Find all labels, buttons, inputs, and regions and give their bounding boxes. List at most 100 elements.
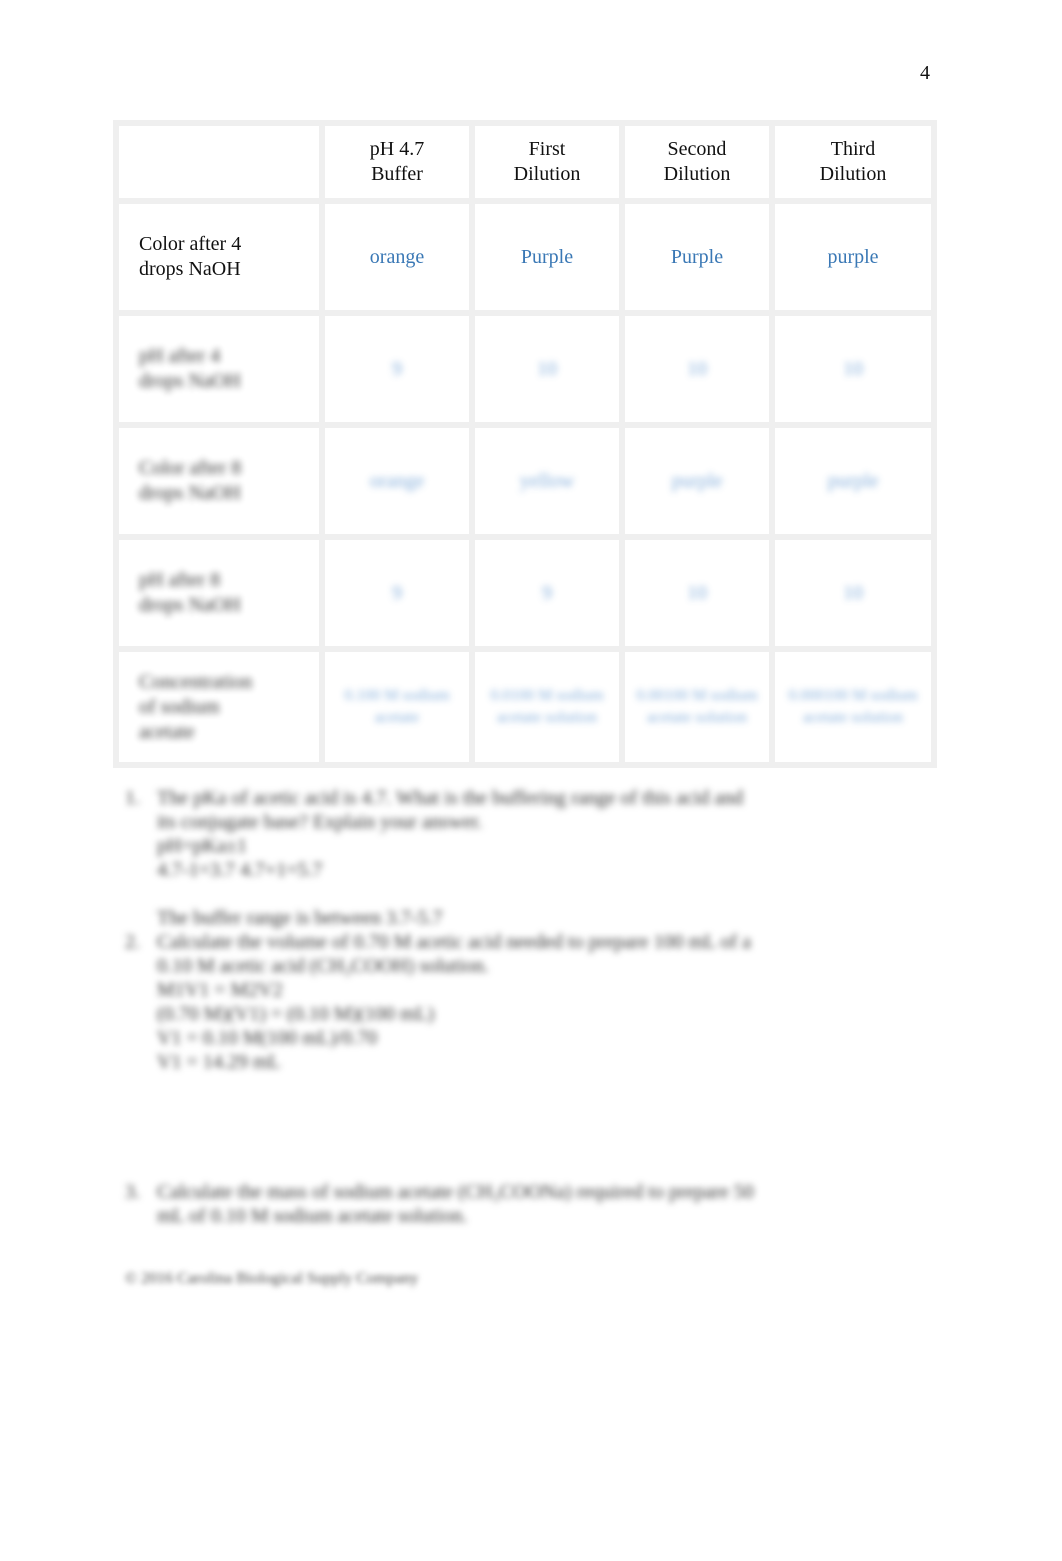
row-label-line: drops NaOH bbox=[139, 482, 241, 504]
table-row: pH after 4 drops NaOH 9 10 10 10 bbox=[113, 310, 937, 428]
data-cell-value: 0.000100 M sodium acetate solution bbox=[788, 687, 918, 726]
data-cell: 0.00100 M sodium acetate solution bbox=[619, 646, 775, 768]
column-header: First Dilution bbox=[469, 120, 625, 204]
question-line: V1 = 0.10 M(100 mL)/0.70 bbox=[157, 1027, 378, 1049]
data-cell-value: 10 bbox=[843, 357, 863, 380]
question-line: its conjugate base? Explain your answer. bbox=[157, 811, 483, 833]
row-label: Color after 8 drops NaOH bbox=[113, 422, 325, 540]
row-label-line: drops NaOH bbox=[139, 594, 241, 616]
data-cell: purple bbox=[769, 422, 937, 540]
data-cell: orange bbox=[319, 422, 475, 540]
table-row: Color after 4 drops NaOH orange Purple Purpl… bbox=[113, 198, 937, 316]
data-cell: 9 bbox=[469, 534, 625, 652]
row-label: Concentration of sodium acetate bbox=[113, 646, 325, 768]
data-cell-value: yellow bbox=[519, 469, 575, 492]
question-item: 3. Calculate the mass of sodium acetate (… bbox=[125, 1180, 940, 1228]
question-line: (0.70 M)(V1) = (0.10 M)(100 mL) bbox=[157, 1003, 435, 1025]
table-row: Concentration of sodium acetate 0.100 M sod… bbox=[113, 646, 937, 768]
question-line: pH=pKa±1 bbox=[157, 835, 248, 857]
data-cell-value: 10 bbox=[687, 357, 707, 380]
question-line: The buffer range is between 3.7-5.7 bbox=[157, 907, 443, 929]
data-cell-value: orange bbox=[369, 469, 425, 492]
column-header-line: Buffer bbox=[371, 163, 423, 185]
column-header: Third Dilution bbox=[769, 120, 937, 204]
question-line bbox=[157, 882, 940, 906]
data-cell: 0.100 M sodium acetate bbox=[319, 646, 475, 768]
data-cell-value: Purple bbox=[670, 245, 724, 268]
data-cell-value: orange bbox=[369, 245, 425, 268]
table-row: Color after 8 drops NaOH orange yellow purpl… bbox=[113, 422, 937, 540]
question-body: The pKa of acetic acid is 4.7. What is t… bbox=[157, 786, 940, 930]
data-cell: 10 bbox=[469, 310, 625, 428]
data-cell-value: 0.0100 M sodium acetate solution bbox=[490, 687, 604, 726]
data-cell: 9 bbox=[319, 534, 475, 652]
data-cell: 0.000100 M sodium acetate solution bbox=[769, 646, 937, 768]
question-line: Calculate the volume of 0.70 M acetic ac… bbox=[157, 931, 752, 953]
question-line: M1V1 = M2V2 bbox=[157, 979, 283, 1001]
column-header-line: Dilution bbox=[819, 163, 887, 185]
row-label: pH after 8 drops NaOH bbox=[113, 534, 325, 652]
table-header-row: pH 4.7 Buffer First Dilution Second Dilution T… bbox=[113, 120, 937, 204]
question-number: 1. bbox=[125, 787, 140, 809]
table-row: pH after 8 drops NaOH 9 9 10 10 bbox=[113, 534, 937, 652]
data-cell: Purple bbox=[619, 198, 775, 316]
row-label-line: drops NaOH bbox=[139, 258, 241, 280]
column-header-line: pH 4.7 bbox=[369, 138, 425, 160]
header-cell-empty bbox=[113, 120, 325, 204]
row-label-line: pH after 8 bbox=[139, 569, 221, 591]
question-line: 4.7-1=3.7 4.7+1=5.7 bbox=[157, 859, 323, 881]
question-line: mL of 0.10 M sodium acetate solution. bbox=[157, 1205, 468, 1227]
row-label-line: Color after 8 bbox=[139, 457, 242, 479]
data-cell-value: 0.00100 M sodium acetate solution bbox=[636, 687, 758, 726]
data-cell-value: 0.100 M sodium acetate bbox=[344, 687, 450, 726]
data-cell: orange bbox=[319, 198, 475, 316]
copyright-footer: © 2016 Carolina Biological Supply Compan… bbox=[125, 1270, 419, 1287]
data-cell: 10 bbox=[619, 534, 775, 652]
data-cell-value: 10 bbox=[843, 581, 863, 604]
row-label-line: Concentration bbox=[139, 670, 253, 693]
results-table-container: pH 4.7 Buffer First Dilution Second Dilution T… bbox=[113, 120, 937, 768]
column-header-line: Dilution bbox=[663, 163, 731, 185]
data-cell-value: Purple bbox=[520, 245, 574, 268]
data-cell: purple bbox=[769, 198, 937, 316]
data-cell-value: 10 bbox=[687, 581, 707, 604]
data-cell: 9 bbox=[319, 310, 475, 428]
row-label: Color after 4 drops NaOH bbox=[113, 198, 325, 316]
question-body: Calculate the mass of sodium acetate (CH… bbox=[157, 1180, 940, 1228]
row-label-line: drops NaOH bbox=[139, 370, 241, 392]
question-line: The pKa of acetic acid is 4.7. What is t… bbox=[157, 787, 744, 809]
data-cell: Purple bbox=[469, 198, 625, 316]
row-label-line: pH after 4 bbox=[139, 345, 221, 367]
data-cell-value: 9 bbox=[542, 581, 552, 604]
page-number: 4 bbox=[920, 62, 930, 84]
row-label: pH after 4 drops NaOH bbox=[113, 310, 325, 428]
question-number: 3. bbox=[125, 1181, 140, 1203]
data-cell-value: 9 bbox=[392, 357, 402, 380]
data-cell: yellow bbox=[469, 422, 625, 540]
data-cell: 10 bbox=[619, 310, 775, 428]
results-table: pH 4.7 Buffer First Dilution Second Dilution T… bbox=[113, 120, 937, 768]
data-cell-value: purple bbox=[827, 469, 879, 492]
data-cell: purple bbox=[619, 422, 775, 540]
question-item: 1. The pKa of acetic acid is 4.7. What is… bbox=[125, 786, 940, 930]
data-cell: 10 bbox=[769, 310, 937, 428]
column-header: pH 4.7 Buffer bbox=[319, 120, 475, 204]
column-header-line: Second bbox=[667, 138, 727, 160]
question-line: 0.10 M acetic acid (CH₃COOH) solution. bbox=[157, 955, 489, 977]
data-cell: 10 bbox=[769, 534, 937, 652]
question-item: 2. Calculate the volume of 0.70 M acetic … bbox=[125, 930, 940, 1074]
column-header: Second Dilution bbox=[619, 120, 775, 204]
row-label-line: Color after 4 bbox=[139, 233, 242, 255]
question-body: Calculate the volume of 0.70 M acetic ac… bbox=[157, 930, 940, 1074]
column-header-line: Dilution bbox=[513, 163, 581, 185]
data-cell-value: 9 bbox=[392, 581, 402, 604]
question-number: 2. bbox=[125, 931, 140, 953]
questions-section: 1. The pKa of acetic acid is 4.7. What is… bbox=[125, 786, 940, 1228]
column-header-line: First bbox=[528, 138, 566, 160]
data-cell-value: 10 bbox=[537, 357, 557, 380]
question-line: Calculate the mass of sodium acetate (CH… bbox=[157, 1181, 754, 1203]
row-label-line: of sodium bbox=[139, 695, 220, 718]
data-cell-value: purple bbox=[671, 469, 723, 492]
question-line: V1 = 14.29 mL bbox=[157, 1051, 281, 1073]
data-cell: 0.0100 M sodium acetate solution bbox=[469, 646, 625, 768]
